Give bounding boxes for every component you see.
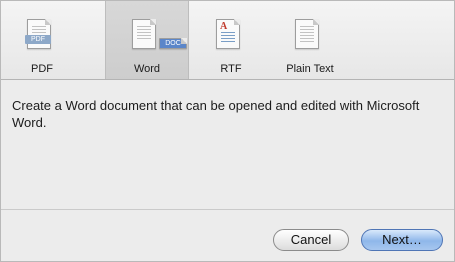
pdf-file-icon: PDF <box>25 19 51 49</box>
format-rtf-label: RTF <box>220 63 242 75</box>
format-word-label: Word <box>133 63 161 75</box>
doc-tag: DOC <box>159 38 187 49</box>
format-description: Create a Word document that can be opene… <box>12 98 420 130</box>
rtf-file-icon: A <box>216 19 240 49</box>
format-pdf[interactable]: PDF PDF <box>1 7 83 78</box>
format-plain-text-label: Plain Text <box>286 63 334 75</box>
next-button[interactable]: Next… <box>361 229 443 251</box>
pdf-tag: PDF <box>25 35 51 44</box>
export-dialog: PDF PDF DOC Word A RTF Plain Text Create… <box>0 0 455 262</box>
cancel-button[interactable]: Cancel <box>273 229 349 251</box>
word-doc-file-icon: DOC <box>132 19 187 49</box>
format-rtf[interactable]: A RTF <box>190 7 272 78</box>
format-word[interactable]: DOC Word <box>105 1 189 79</box>
format-plain-text[interactable]: Plain Text <box>269 7 351 78</box>
format-pdf-label: PDF <box>31 63 53 75</box>
format-toolbar: PDF PDF DOC Word A RTF Plain Text <box>1 1 454 80</box>
plain-text-file-icon <box>295 19 319 49</box>
divider <box>1 209 454 210</box>
